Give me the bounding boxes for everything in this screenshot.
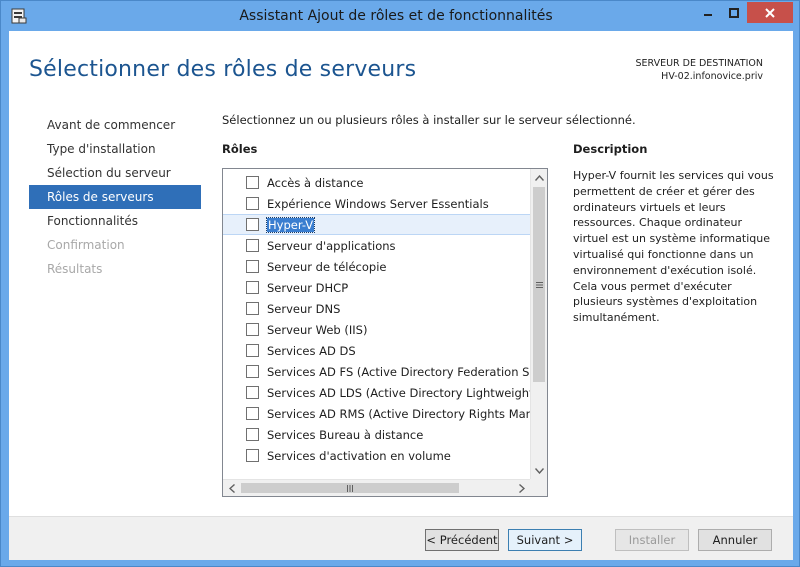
role-row[interactable]: Services AD LDS (Active Directory Lightw… (223, 382, 530, 403)
role-row[interactable]: Services AD RMS (Active Directory Rights… (223, 403, 530, 424)
destination-label: SERVEUR DE DESTINATION (635, 58, 763, 69)
maximize-icon (729, 7, 739, 18)
roles-heading: Rôles (222, 142, 258, 156)
role-checkbox[interactable] (246, 449, 259, 462)
cancel-button[interactable]: Annuler (698, 529, 772, 551)
description-heading: Description (573, 142, 648, 156)
role-checkbox[interactable] (246, 281, 259, 294)
role-label: Hyper-V (265, 216, 316, 233)
grip-icon (535, 281, 543, 288)
role-row[interactable]: Services d'activation en volume (223, 445, 530, 466)
horizontal-scroll-thumb[interactable] (241, 483, 459, 493)
role-row[interactable]: Serveur DHCP (223, 277, 530, 298)
description-text: Hyper-V fournit les services qui vous pe… (573, 169, 774, 325)
destination-server-name: HV-02.infonovice.priv (661, 71, 763, 82)
nav-item-resultats: Résultats (47, 262, 103, 276)
scroll-left-button[interactable] (223, 480, 240, 496)
role-row[interactable]: Services AD DS (223, 340, 530, 361)
role-row[interactable]: Accès à distance (223, 172, 530, 193)
wizard-steps-nav: Avant de commencer Type d'installation S… (29, 113, 201, 281)
scroll-right-button[interactable] (513, 480, 530, 496)
role-label: Serveur de télécopie (267, 259, 387, 274)
role-label: Services Bureau à distance (267, 427, 424, 442)
role-checkbox[interactable] (246, 176, 259, 189)
window-title: Assistant Ajout de rôles et de fonctionn… (239, 8, 553, 24)
chevron-up-icon (535, 174, 544, 181)
role-row[interactable]: Serveur Web (IIS) (223, 319, 530, 340)
role-checkbox[interactable] (246, 323, 259, 336)
close-button[interactable] (747, 2, 793, 23)
vertical-scrollbar[interactable] (530, 169, 547, 479)
role-label: Serveur Web (IIS) (267, 322, 368, 337)
role-checkbox[interactable] (246, 239, 259, 252)
role-label: Services AD DS (267, 343, 356, 358)
role-row[interactable]: Expérience Windows Server Essentials (223, 193, 530, 214)
role-label: Expérience Windows Server Essentials (267, 196, 489, 211)
scrollbar-corner (530, 479, 547, 496)
role-label: Accès à distance (267, 175, 364, 190)
install-button: Installer (615, 529, 689, 551)
minimize-button[interactable] (695, 2, 721, 23)
nav-item-selection-serveur[interactable]: Sélection du serveur (29, 161, 201, 185)
role-checkbox[interactable] (246, 197, 259, 210)
chevron-down-icon (535, 467, 544, 474)
role-label: Services d'activation en volume (267, 448, 451, 463)
role-checkbox[interactable] (246, 344, 259, 357)
role-row[interactable]: Serveur DNS (223, 298, 530, 319)
grip-icon (347, 484, 353, 492)
maximize-button[interactable] (721, 2, 747, 23)
role-row[interactable]: Serveur d'applications (223, 235, 530, 256)
title-bar[interactable]: Assistant Ajout de rôles et de fonctionn… (1, 1, 800, 31)
role-label: Serveur DNS (267, 301, 341, 316)
horizontal-scrollbar[interactable] (223, 479, 530, 496)
intro-text: Sélectionnez un ou plusieurs rôles à ins… (222, 113, 636, 127)
role-checkbox[interactable] (246, 365, 259, 378)
role-row[interactable]: Hyper-V (223, 214, 530, 235)
wizard-window: Assistant Ajout de rôles et de fonctionn… (0, 0, 800, 567)
role-row[interactable]: Serveur de télécopie (223, 256, 530, 277)
chevron-left-icon (228, 484, 235, 493)
role-checkbox[interactable] (246, 260, 259, 273)
wizard-body: Sélectionner des rôles de serveurs SERVE… (9, 31, 793, 560)
role-label: Services AD LDS (Active Directory Lightw… (267, 385, 530, 400)
role-checkbox[interactable] (246, 386, 259, 399)
scroll-up-button[interactable] (531, 169, 547, 186)
nav-item-roles-serveurs[interactable]: Rôles de serveurs (29, 185, 201, 209)
nav-item-confirmation: Confirmation (47, 238, 125, 252)
page-title: Sélectionner des rôles de serveurs (29, 57, 417, 82)
destination-server: SERVEUR DE DESTINATION HV-02.infonovice.… (635, 57, 763, 83)
role-label: Services AD FS (Active Directory Federat… (267, 364, 530, 379)
nav-item-fonctionnalites[interactable]: Fonctionnalités (29, 209, 201, 233)
chevron-right-icon (518, 484, 525, 493)
role-checkbox[interactable] (246, 407, 259, 420)
scroll-down-button[interactable] (531, 462, 547, 479)
next-button[interactable]: Suivant > (508, 529, 582, 551)
vertical-scroll-thumb[interactable] (533, 187, 545, 382)
role-label: Serveur DHCP (267, 280, 349, 295)
role-row[interactable]: Services AD FS (Active Directory Federat… (223, 361, 530, 382)
roles-list-items: Accès à distance Expérience Windows Serve… (223, 169, 530, 479)
role-label: Serveur d'applications (267, 238, 396, 253)
role-row[interactable]: Services Bureau à distance (223, 424, 530, 445)
role-checkbox[interactable] (246, 428, 259, 441)
previous-button[interactable]: < Précédent (425, 529, 499, 551)
role-checkbox[interactable] (246, 302, 259, 315)
minimize-icon (704, 13, 712, 16)
roles-list[interactable]: Accès à distance Expérience Windows Serve… (222, 168, 548, 497)
nav-item-avant-de-commencer[interactable]: Avant de commencer (29, 113, 201, 137)
role-checkbox[interactable] (246, 218, 259, 231)
wizard-footer: < Précédent Suivant > Installer Annuler (9, 516, 793, 560)
nav-item-type-installation[interactable]: Type d'installation (29, 137, 201, 161)
close-icon (765, 7, 775, 18)
role-label: Services AD RMS (Active Directory Rights… (267, 406, 530, 421)
